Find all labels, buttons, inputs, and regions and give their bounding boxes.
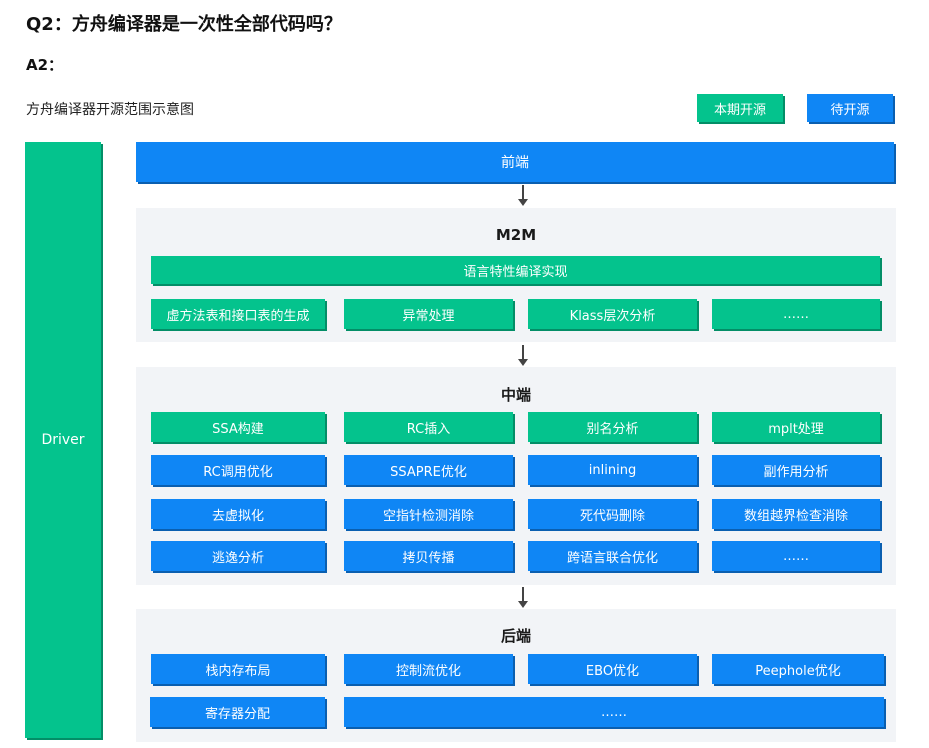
midend-item: 副作用分析 <box>712 455 880 485</box>
arrow-down-icon <box>518 345 528 367</box>
driver-block: Driver <box>25 142 101 738</box>
backend-item: Peephole优化 <box>712 654 884 684</box>
arrow-down-icon <box>518 587 528 609</box>
m2m-language-features: 语言特性编译实现 <box>151 256 880 284</box>
midend-item: 空指针检测消除 <box>344 499 513 529</box>
midend-item: RC插入 <box>344 412 513 442</box>
backend-item: 栈内存布局 <box>151 654 325 684</box>
question-title: Q2：方舟编译器是一次性全部代码吗？ <box>26 14 342 35</box>
m2m-title: M2M <box>495 226 537 244</box>
backend-item: 寄存器分配 <box>150 697 325 727</box>
frontend-block: 前端 <box>136 142 894 182</box>
midend-item: 别名分析 <box>528 412 697 442</box>
backend-title: 后端 <box>500 627 531 645</box>
midend-item: 跨语言联合优化 <box>528 541 697 571</box>
legend-to-open: 待开源 <box>807 94 893 122</box>
midend-item: …… <box>712 541 880 571</box>
arrow-down-icon <box>518 185 528 207</box>
midend-item: 逃逸分析 <box>151 541 325 571</box>
midend-title: 中端 <box>500 386 531 404</box>
midend-item: inlining <box>528 455 697 485</box>
backend-item: …… <box>344 697 884 727</box>
m2m-item: …… <box>712 299 880 329</box>
m2m-item: 虚方法表和接口表的生成 <box>151 299 325 329</box>
midend-item: RC调用优化 <box>151 455 325 485</box>
midend-item: mplt处理 <box>712 412 880 442</box>
backend-item: EBO优化 <box>528 654 697 684</box>
m2m-item: 异常处理 <box>344 299 513 329</box>
diagram-caption: 方舟编译器开源范围示意图 <box>26 102 194 118</box>
midend-item: 数组越界检查消除 <box>712 499 880 529</box>
midend-item: 死代码删除 <box>528 499 697 529</box>
midend-item: 拷贝传播 <box>344 541 513 571</box>
midend-item: SSA构建 <box>151 412 325 442</box>
legend-open-now: 本期开源 <box>697 94 783 122</box>
midend-item: SSAPRE优化 <box>344 455 513 485</box>
m2m-item: Klass层次分析 <box>528 299 697 329</box>
backend-item: 控制流优化 <box>344 654 513 684</box>
answer-label: A2： <box>26 56 64 74</box>
midend-item: 去虚拟化 <box>151 499 325 529</box>
